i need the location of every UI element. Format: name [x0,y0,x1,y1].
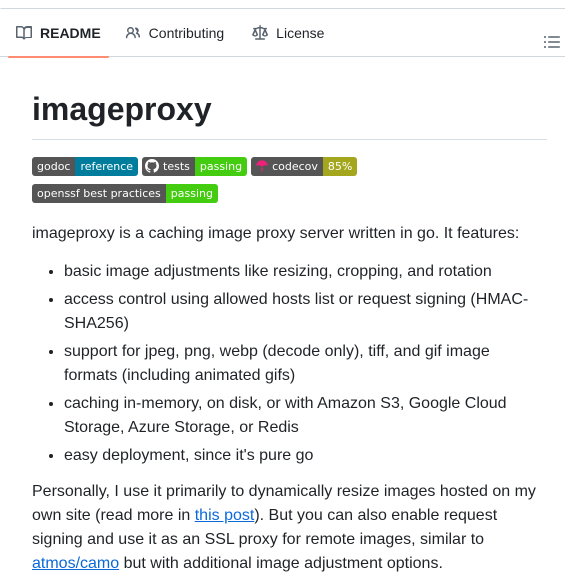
tests-badge-right: passing [194,156,248,176]
list-item: easy deployment, since it's pure go [64,444,547,468]
openssf-badge[interactable]: openssf best practices passing [32,183,218,203]
tab-license-label: License [276,24,325,41]
list-item: access control using allowed hosts list … [64,288,547,336]
usage-paragraph: Personally, I use it primarily to dynami… [32,480,547,576]
tests-badge[interactable]: tests passing [142,156,248,176]
godoc-badge-left: godoc [32,156,76,176]
codecov-badge-left: codecov [272,159,318,173]
intro-paragraph: imageproxy is a caching image proxy serv… [32,225,520,242]
godoc-badge[interactable]: godoc reference [32,156,139,176]
openssf-badge-right: passing [165,183,218,203]
tab-contributing-label: Contributing [148,24,225,41]
tab-readme-label: README [40,24,101,41]
book-icon [16,25,32,40]
codecov-umbrella-icon [256,160,268,172]
readme-title: imageproxy [32,91,547,140]
github-icon [145,159,160,173]
list-unordered-icon[interactable] [544,33,564,51]
this-post-link[interactable]: this post [195,507,255,524]
openssf-badge-left: openssf best practices [32,183,166,203]
tab-readme[interactable]: README [8,9,109,58]
people-icon [125,26,140,38]
badge-list: godoc reference tests passing codecov 85… [32,156,547,203]
godoc-badge-right: reference [75,156,139,176]
list-item: support for jpeg, png, webp (decode only… [64,340,547,388]
codecov-badge-right: 85% [322,156,358,176]
list-item: basic image adjustments like resizing, c… [64,260,547,284]
tab-contributing[interactable]: Contributing [117,9,233,57]
codecov-badge[interactable]: codecov 85% [251,156,358,176]
readme-tab-bar: README Contributing License [0,9,565,58]
law-scale-icon [252,24,269,40]
usage-text-3: but with additional image adjustment opt… [119,555,443,572]
list-item: caching in-memory, on disk, or with Amaz… [64,392,547,440]
atmos-camo-link[interactable]: atmos/camo [32,555,119,572]
tab-license[interactable]: License [244,9,332,57]
feature-list: basic image adjustments like resizing, c… [32,260,547,468]
tests-badge-left: tests [163,159,190,173]
readme-content: imageproxy godoc reference tests passing… [32,57,547,576]
